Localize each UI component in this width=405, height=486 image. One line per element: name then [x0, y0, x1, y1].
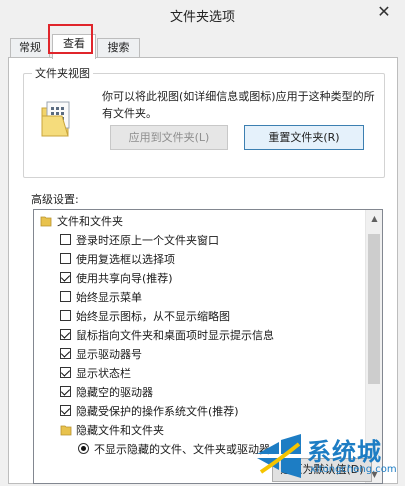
checkbox[interactable]	[60, 253, 71, 264]
tree-item-label: 文件和文件夹	[57, 215, 123, 228]
watermark-url: xitongcheng.com	[310, 464, 397, 475]
checkbox-checked[interactable]	[60, 405, 71, 416]
setting-label: 使用复选框以选择项	[76, 253, 175, 266]
setting-label: 登录时还原上一个文件夹窗口	[76, 234, 219, 247]
tab-general[interactable]: 常规	[10, 38, 50, 58]
setting-label: 始终显示菜单	[76, 291, 142, 304]
checkbox[interactable]	[60, 234, 71, 245]
scroll-up-icon[interactable]: ▲	[366, 210, 382, 227]
setting-label: 隐藏空的驱动器	[76, 386, 153, 399]
checkbox[interactable]	[60, 291, 71, 302]
setting-label: 始终显示图标，从不显示缩略图	[76, 310, 230, 323]
tab-highlight-box	[48, 24, 93, 54]
watermark-text: 系统城	[307, 438, 382, 466]
setting-label: 使用共享向导(推荐)	[76, 272, 173, 285]
view-tab-panel: 文件夹视图 你可以将此视图(如详细信息或图标)应用于这种类型的所有文件夹。 应用…	[8, 57, 398, 484]
watermark: 系统城 xitongcheng.com	[255, 428, 405, 486]
setting-label: 不显示隐藏的文件、文件夹或驱动器	[94, 443, 270, 456]
checkbox-checked[interactable]	[60, 329, 71, 340]
setting-label: 显示驱动器号	[76, 348, 142, 361]
reset-folders-button[interactable]: 重置文件夹(R)	[244, 125, 364, 150]
close-icon[interactable]: ✕	[375, 3, 393, 21]
checkbox-checked[interactable]	[60, 348, 71, 359]
folder-views-group: 文件夹视图 你可以将此视图(如详细信息或图标)应用于这种类型的所有文件夹。 应用…	[23, 65, 385, 178]
folder-views-description: 你可以将此视图(如详细信息或图标)应用于这种类型的所有文件夹。	[102, 90, 375, 120]
advanced-settings-label: 高级设置:	[31, 193, 79, 206]
tab-search[interactable]: 搜索	[97, 38, 140, 58]
setting-label: 鼠标指向文件夹和桌面项时显示提示信息	[76, 329, 274, 342]
tree-item-label: 隐藏文件和文件夹	[76, 424, 164, 437]
scroll-thumb[interactable]	[368, 234, 380, 384]
checkbox-checked[interactable]	[60, 386, 71, 397]
folder-icon	[40, 216, 52, 227]
folder-icon	[60, 425, 72, 436]
checkbox[interactable]	[60, 310, 71, 321]
window-title: 文件夹选项	[169, 10, 235, 25]
watermark-logo-icon	[257, 434, 301, 478]
checkbox-checked[interactable]	[60, 367, 71, 378]
apply-to-folders-button[interactable]: 应用到文件夹(L)	[110, 125, 228, 150]
setting-label: 隐藏受保护的操作系统文件(推荐)	[76, 405, 239, 418]
folder-view-icon	[41, 101, 70, 137]
folder-views-label: 文件夹视图	[32, 65, 93, 81]
setting-label: 显示状态栏	[76, 367, 131, 380]
checkbox-checked[interactable]	[60, 272, 71, 283]
radio-selected[interactable]	[78, 443, 89, 454]
